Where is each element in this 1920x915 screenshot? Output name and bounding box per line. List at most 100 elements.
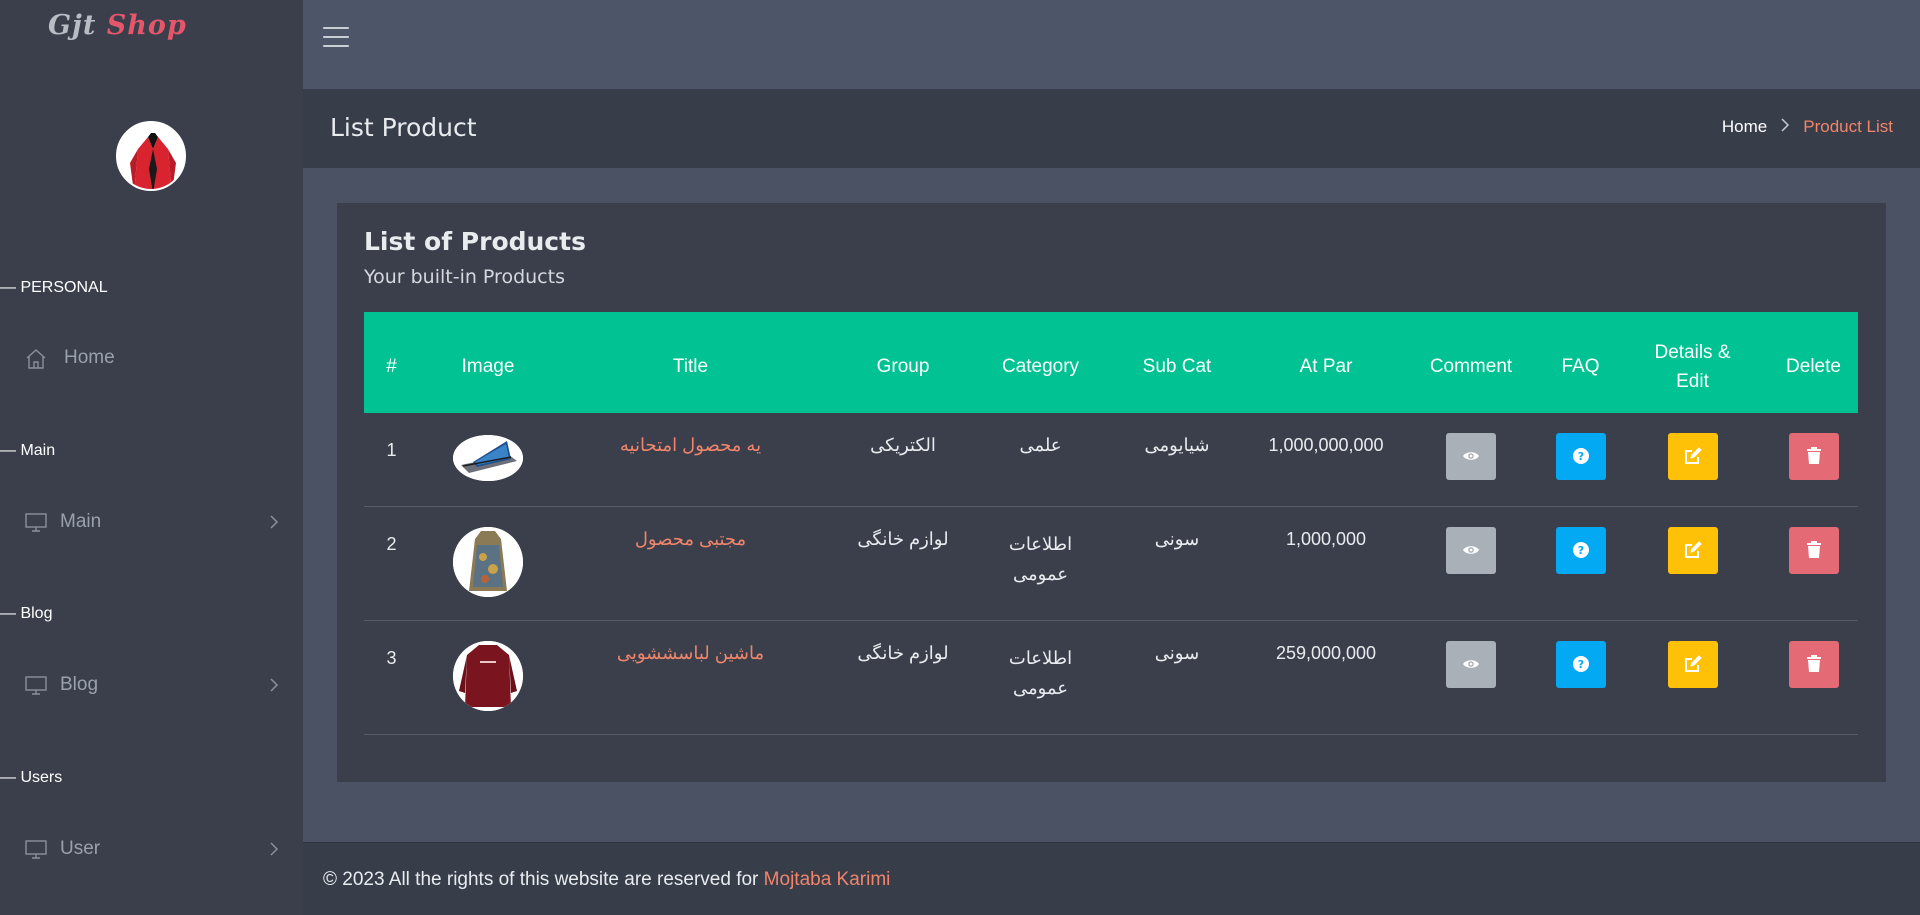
cell-title[interactable]: ماشین لباسششویی: [557, 620, 824, 735]
trash-icon: [1806, 654, 1821, 672]
cell-comment: [1397, 413, 1545, 507]
column-header-number: #: [386, 356, 397, 377]
cell-group: الکتریکی: [824, 413, 982, 507]
cell-faq: ?: [1545, 506, 1616, 621]
page-header: List Product Home Product List: [303, 89, 1920, 168]
delete-button[interactable]: [1788, 433, 1839, 480]
top-bar: [303, 0, 1920, 89]
table-row: 1 یه محصول امتحانیه الکتریکی علمی شیایوم…: [364, 413, 1858, 507]
column-header-faq: FAQ: [1561, 356, 1600, 377]
table-row: 2 مجتبی محصول لوازم خانگی اطلاعات عمومی …: [364, 506, 1858, 621]
sidebar-item-label: User: [60, 838, 101, 859]
cell-group: لوازم خانگی: [824, 620, 982, 735]
cell-category: علمی: [982, 413, 1099, 507]
cell-title[interactable]: مجتبی محصول: [557, 506, 824, 621]
cell-title[interactable]: یه محصول امتحانیه: [557, 413, 824, 507]
cell-faq: ?: [1545, 413, 1616, 507]
edit-button[interactable]: [1667, 433, 1718, 480]
cell-group: لوازم خانگی: [824, 506, 982, 621]
table-header-row: # Image Title Group Category Sub Cat At …: [364, 312, 1858, 413]
sidebar-item-label: Main: [60, 511, 102, 532]
cell-price: 1,000,000: [1255, 506, 1397, 621]
sidebar-item-blog[interactable]: Blog: [0, 665, 303, 705]
faq-button[interactable]: ?: [1555, 640, 1606, 688]
cell-image: [419, 620, 557, 735]
breadcrumb-current: Product List: [1803, 117, 1893, 136]
footer-copyright: © 2023 All the rights of this website ar…: [323, 869, 890, 891]
question-circle-icon: ?: [1572, 448, 1589, 464]
breadcrumb-home-link[interactable]: Home: [1722, 117, 1767, 137]
breadcrumb: Home Product List: [1722, 117, 1893, 137]
column-header-category: Category: [1001, 356, 1080, 377]
chevron-right-icon: [269, 841, 279, 863]
avatar: [116, 121, 186, 191]
view-comments-button[interactable]: [1446, 640, 1496, 688]
edit-icon: [1684, 447, 1702, 464]
sidebar-section-users: — Users: [0, 769, 63, 786]
faq-button[interactable]: ?: [1555, 526, 1606, 574]
column-header-details-edit: Details & Edit: [1654, 341, 1731, 392]
monitor-icon: [24, 838, 48, 866]
sidebar-section-personal: — PERSONAL: [0, 279, 108, 296]
sidebar-item-main[interactable]: Main: [0, 502, 303, 542]
sidebar-section-main: — Main: [0, 442, 56, 459]
cell-category: اطلاعات عمومی: [982, 620, 1099, 735]
column-header-delete: Delete: [1786, 356, 1841, 377]
cell-category: اطلاعات عمومی: [982, 506, 1099, 621]
delete-button[interactable]: [1788, 640, 1839, 688]
cell-price: 259,000,000: [1255, 620, 1397, 735]
sidebar-item-home[interactable]: Home: [0, 338, 303, 378]
footer-author-link[interactable]: Mojtaba Karimi: [764, 869, 891, 890]
column-header-title: Title: [672, 356, 709, 377]
trash-icon: [1806, 540, 1821, 558]
edit-button[interactable]: [1667, 526, 1718, 574]
home-icon: [24, 347, 48, 377]
products-table: # Image Title Group Category Sub Cat At …: [364, 312, 1858, 735]
view-comments-button[interactable]: [1446, 433, 1496, 480]
edit-icon: [1684, 654, 1702, 672]
cell-edit: [1616, 620, 1769, 735]
table-row: 3 ماشین لباسششویی لوازم خانگی اطلاعات عم…: [364, 620, 1858, 735]
cell-edit: [1616, 413, 1769, 507]
cell-delete: [1769, 620, 1858, 735]
product-list-card: List of Products Your built-in Products …: [337, 203, 1886, 782]
question-circle-icon: ?: [1572, 541, 1589, 558]
sidebar-item-label: Home: [64, 347, 115, 368]
sidebar: Gjt Shop — PERSONAL Home — Main Main — B…: [0, 0, 303, 915]
faq-button[interactable]: ?: [1555, 433, 1606, 480]
svg-text:?: ?: [1577, 544, 1583, 557]
product-thumbnail: [453, 435, 523, 481]
page-title: List Product: [330, 113, 477, 142]
trash-icon: [1806, 447, 1821, 464]
column-header-image: Image: [461, 356, 515, 377]
chevron-right-icon: [269, 677, 279, 699]
cell-edit: [1616, 506, 1769, 621]
edit-button[interactable]: [1667, 640, 1718, 688]
cell-image: [419, 506, 557, 621]
view-comments-button[interactable]: [1446, 526, 1496, 574]
cell-faq: ?: [1545, 620, 1616, 735]
cell-price: 1,000,000,000: [1255, 413, 1397, 507]
cell-comment: [1397, 620, 1545, 735]
hamburger-menu-icon[interactable]: [323, 27, 349, 49]
cell-subcat: شیایومی: [1099, 413, 1255, 507]
card-subtitle: Your built-in Products: [364, 266, 565, 288]
svg-text:?: ?: [1577, 658, 1583, 671]
sidebar-section-blog: — Blog: [0, 605, 53, 622]
eye-icon: [1463, 452, 1479, 460]
sidebar-item-user[interactable]: User: [0, 829, 303, 869]
product-thumbnail: [453, 526, 523, 597]
monitor-icon: [24, 511, 48, 539]
logo[interactable]: Gjt Shop: [48, 10, 187, 41]
column-header-comment: Comment: [1429, 356, 1513, 377]
eye-icon: [1463, 659, 1479, 668]
cell-number: 2: [364, 506, 419, 621]
cell-number: 1: [364, 413, 419, 507]
delete-button[interactable]: [1788, 526, 1839, 574]
cell-comment: [1397, 506, 1545, 621]
cell-delete: [1769, 506, 1858, 621]
question-circle-icon: ?: [1572, 655, 1589, 672]
chevron-right-icon: [1781, 117, 1790, 137]
cell-number: 3: [364, 620, 419, 735]
cell-subcat: سونی: [1099, 620, 1255, 735]
